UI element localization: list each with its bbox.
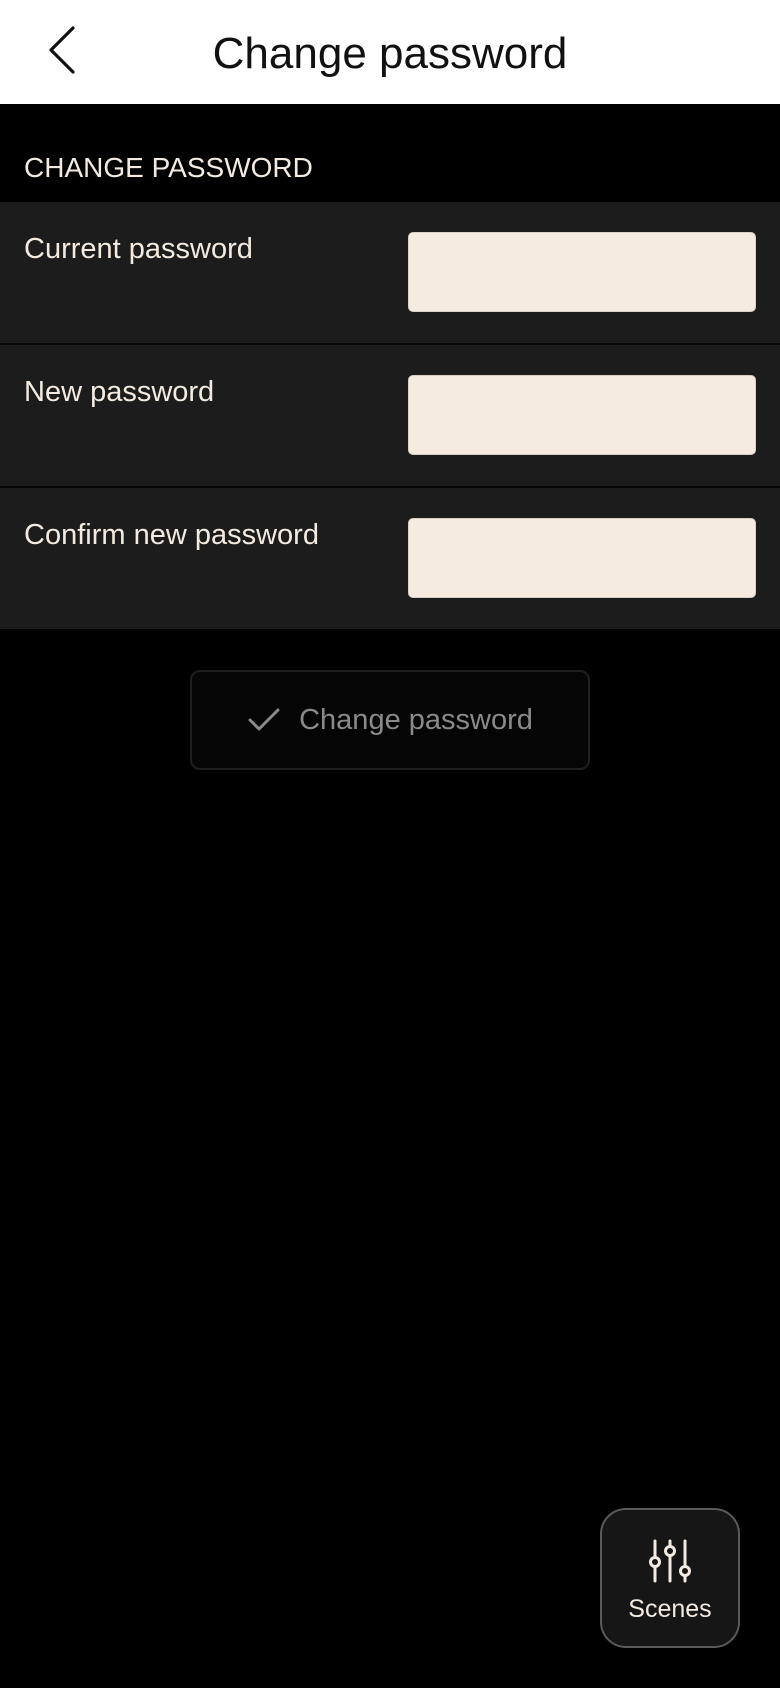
checkmark-icon <box>247 703 281 737</box>
page-title: Change password <box>212 29 568 78</box>
new-password-label: New password <box>24 376 215 408</box>
change-password-screen: Change password CHANGE PASSWORD Current … <box>0 0 780 1688</box>
confirm-password-row: Confirm new password <box>0 488 780 629</box>
scenes-button[interactable]: Scenes <box>600 1508 740 1648</box>
new-password-input[interactable] <box>408 375 756 455</box>
current-password-label: Current password <box>24 233 253 265</box>
section-header: CHANGE PASSWORD <box>24 152 313 183</box>
scenes-label: Scenes <box>628 1595 712 1623</box>
change-password-button-label: Change password <box>299 704 533 736</box>
confirm-password-label: Confirm new password <box>24 519 319 551</box>
confirm-password-input[interactable] <box>408 518 756 598</box>
new-password-row: New password <box>0 345 780 488</box>
password-form: Current password New password Confirm ne… <box>0 202 780 629</box>
current-password-input[interactable] <box>408 232 756 312</box>
top-app-bar: Change password <box>0 0 780 104</box>
sliders-icon <box>647 1538 693 1584</box>
change-password-button[interactable]: Change password <box>190 670 590 770</box>
current-password-row: Current password <box>0 202 780 345</box>
